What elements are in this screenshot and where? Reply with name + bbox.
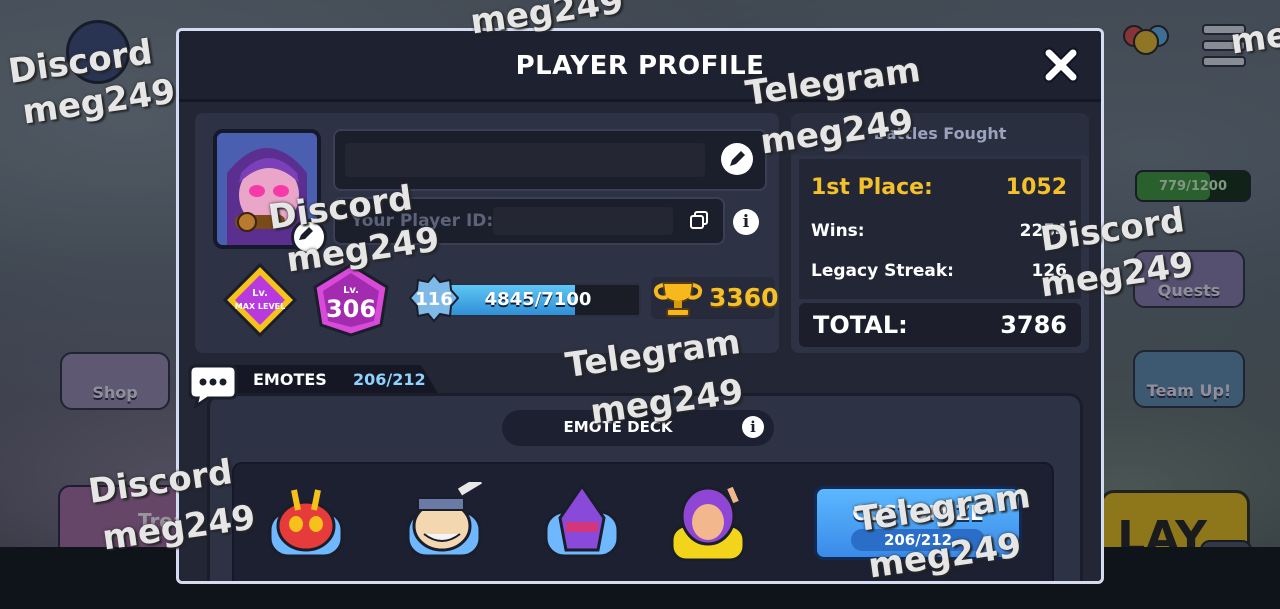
battle-stats-panel: Battles Fought 1st Place: 1052 Wins: 225…: [791, 113, 1089, 353]
player-name-field[interactable]: [333, 129, 767, 191]
emote-slot-1[interactable]: [264, 482, 348, 566]
pencil-icon: [730, 151, 745, 166]
emote-deck-title: EMOTE DECK: [563, 418, 673, 436]
red-creature-emote-icon: [268, 489, 344, 558]
player-level-badge: Lv. 306: [311, 263, 391, 337]
king-emote-icon: [406, 476, 483, 558]
emote-deck-panel: EMOTE DECK i CUSTOMIZE 206/212: [207, 393, 1083, 581]
max-level-text: MAX LEVEL: [235, 302, 285, 311]
customize-button[interactable]: CUSTOMIZE 206/212: [814, 486, 1022, 560]
copy-icon[interactable]: [689, 210, 709, 230]
stats-header-text: Battles Fought: [873, 124, 1007, 143]
player-id-label: Your Player ID:: [351, 211, 494, 231]
emote-slot-2[interactable]: [402, 476, 486, 566]
modal-title: PLAYER PROFILE: [515, 51, 765, 81]
emote-slot-4[interactable]: [666, 482, 750, 566]
level-value: 306: [326, 295, 376, 323]
emotes-tab[interactable]: EMOTES 206/212: [213, 365, 439, 395]
customize-label: CUSTOMIZE: [852, 501, 984, 525]
singer-emote-icon: [670, 486, 746, 562]
emotes-tab-count: 206/212: [353, 370, 426, 389]
max-level-lv-text: Lv.: [252, 288, 268, 299]
crystal-knight-emote-icon: [544, 483, 620, 558]
player-name-redacted: [345, 143, 705, 177]
stat-value: 126: [1031, 261, 1068, 281]
edit-name-button[interactable]: [721, 143, 753, 175]
stat-row-first-place: 1st Place: 1052: [811, 175, 1067, 205]
xp-text: 4845/7100: [484, 289, 592, 310]
player-profile-modal: PLAYER PROFILE Your Player ID: i Lv. MAX…: [176, 28, 1104, 584]
total-label: TOTAL:: [813, 311, 908, 339]
close-button[interactable]: [1041, 45, 1081, 85]
xp-bar: 4845/7100: [435, 283, 641, 317]
emote-slots: CUSTOMIZE 206/212: [232, 462, 1054, 581]
stat-label: 1st Place:: [811, 175, 933, 200]
info-icon[interactable]: i: [742, 416, 764, 438]
edit-portrait-button[interactable]: [291, 219, 327, 255]
trophy-icon: [651, 277, 705, 319]
stats-total: TOTAL: 3786: [799, 303, 1081, 347]
trophy-value: 3360: [709, 283, 779, 312]
stat-row-wins: Wins: 2254: [811, 217, 1067, 247]
emotes-tab-label: EMOTES: [253, 370, 327, 389]
close-icon: [1043, 47, 1079, 83]
stat-value: 1052: [1005, 175, 1067, 200]
stat-label: Wins:: [811, 221, 865, 241]
player-id-redacted: [493, 207, 673, 235]
profile-panel: Your Player ID: i Lv. MAX LEVEL Lv. 306 …: [195, 113, 779, 353]
stats-header: Battles Fought: [791, 113, 1089, 155]
chat-bubble-icon: [186, 364, 240, 410]
emote-slot-3[interactable]: [540, 482, 624, 566]
emote-deck-header: EMOTE DECK i: [502, 410, 774, 446]
rank-value: 116: [415, 289, 453, 310]
info-icon[interactable]: i: [733, 209, 759, 235]
customize-count: 206/212: [851, 529, 985, 551]
modal-header: PLAYER PROFILE: [179, 31, 1101, 102]
stat-label: Legacy Streak:: [811, 261, 954, 281]
max-level-badge: Lv. MAX LEVEL: [222, 262, 298, 338]
total-value: 3786: [1000, 311, 1067, 339]
player-id-field: Your Player ID:: [333, 197, 725, 245]
stat-value: 2254: [1019, 221, 1067, 241]
pencil-icon: [299, 227, 313, 240]
trophy-count: 3360: [651, 277, 779, 319]
stats-body: 1st Place: 1052 Wins: 2254 Legacy Streak…: [799, 159, 1081, 299]
xp-progress: 4845/7100 116: [408, 273, 641, 323]
stat-row-legacy-streak: Legacy Streak: 126: [811, 257, 1067, 287]
rank-badge: 116: [408, 273, 460, 323]
